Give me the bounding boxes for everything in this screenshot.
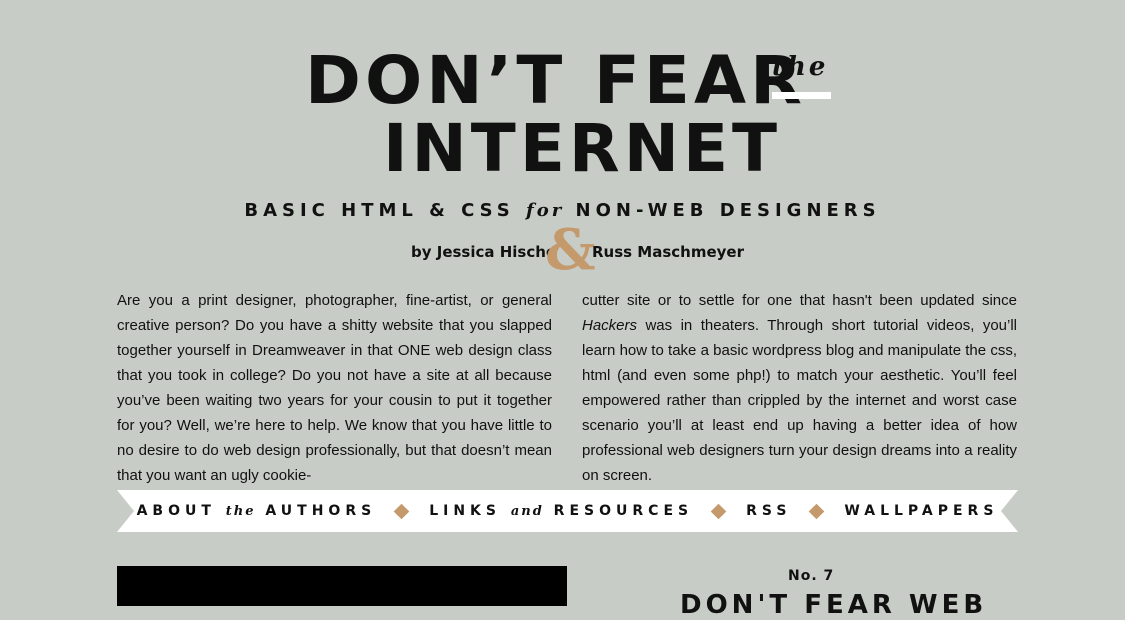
intro-right-text-2: was in theaters. Through short tutorial … (582, 317, 1017, 484)
intro-column-left: Are you a print designer, photographer, … (117, 292, 552, 484)
nav-about-text-1: ABOUT (136, 503, 226, 519)
author-jessica: by Jessica Hische (411, 243, 557, 261)
nav-links-text-2: RESOURCES (543, 503, 694, 519)
title-the: the (772, 52, 829, 82)
diamond-separator-icon (809, 503, 825, 519)
subtitle-part-1: BASIC HTML & CSS (244, 200, 527, 221)
episode-number: No. 7 (788, 568, 835, 584)
diamond-separator-icon (710, 503, 727, 519)
nav-links-text-1: LINKS (429, 503, 511, 519)
nav-links-and: and (510, 504, 544, 519)
hackers-title: Hackers (582, 317, 638, 334)
nav-about-text-2: AUTHORS (255, 503, 377, 519)
diamond-separator-icon (393, 503, 410, 519)
author-russ: Russ Maschmeyer (592, 243, 745, 261)
nav-wallpapers[interactable]: WALLPAPERS (844, 503, 998, 519)
title-line-1: DON’T FEAR (305, 42, 807, 119)
title-the-underline (772, 92, 831, 99)
nav-banner: ABOUT the AUTHORS LINKS and RESOURCES RS… (117, 490, 1018, 532)
title-line-2: INTERNET (383, 110, 782, 187)
intro-column-right: cutter site or to settle for one that ha… (582, 288, 1017, 488)
nav-about-the: the (225, 504, 256, 519)
nav-menu: ABOUT the AUTHORS LINKS and RESOURCES RS… (117, 490, 1018, 532)
subtitle-part-2: NON-WEB DESIGNERS (564, 200, 881, 221)
episode-title: DON'T FEAR WEB (680, 590, 988, 620)
video-player[interactable] (117, 566, 567, 606)
nav-about-authors[interactable]: ABOUT the AUTHORS (137, 503, 377, 519)
nav-links-resources[interactable]: LINKS and RESOURCES (429, 503, 693, 519)
nav-rss[interactable]: RSS (746, 503, 791, 519)
ampersand-ornament: & (545, 217, 596, 283)
intro-right-text-1: cutter site or to settle for one that ha… (582, 292, 1017, 309)
